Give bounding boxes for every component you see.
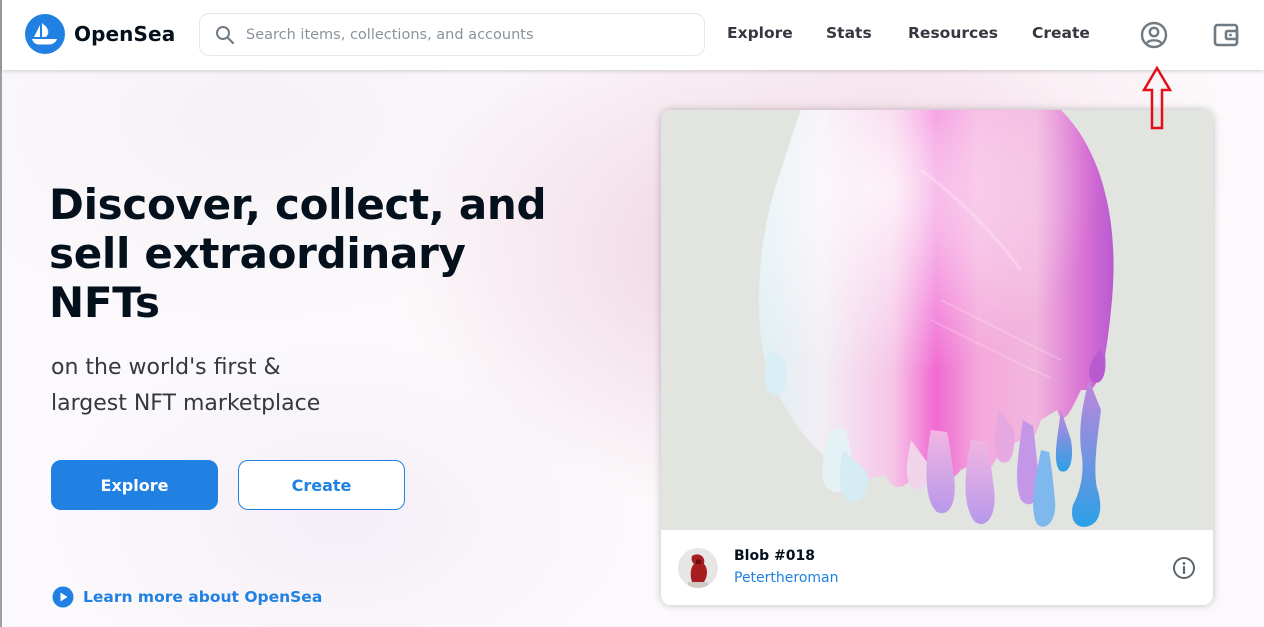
- search-icon: [216, 26, 235, 45]
- window-edge: [0, 0, 2, 627]
- featured-nft-card[interactable]: Blob #018 Petertheroman: [661, 110, 1213, 605]
- hero-subtitle-line: on the world's first &: [51, 355, 281, 380]
- learn-more-link[interactable]: Learn more about OpenSea: [52, 586, 322, 608]
- creator-avatar[interactable]: [678, 548, 718, 588]
- hero-title-line: Discover, collect, and: [49, 180, 547, 229]
- top-navbar: OpenSea Explore Stats Resources Create: [2, 0, 1264, 70]
- featured-nft-image[interactable]: [661, 110, 1213, 530]
- hero-subtitle-line: largest NFT marketplace: [51, 391, 321, 416]
- creator-avatar-image: [678, 548, 718, 588]
- nft-title: Blob #018: [734, 548, 815, 564]
- nav-explore[interactable]: Explore: [727, 24, 793, 42]
- opensea-logo-icon: [25, 14, 65, 54]
- account-button[interactable]: [1138, 19, 1170, 51]
- nav-stats[interactable]: Stats: [826, 24, 872, 42]
- featured-card-footer: Blob #018 Petertheroman: [661, 530, 1213, 605]
- nav-create[interactable]: Create: [1032, 24, 1090, 42]
- info-icon[interactable]: [1172, 556, 1196, 580]
- wallet-icon: [1213, 23, 1239, 47]
- hero-title-line: NFTs: [49, 278, 160, 327]
- hero-title-line: sell extraordinary: [49, 229, 466, 278]
- opensea-logo-link[interactable]: OpenSea: [25, 14, 175, 54]
- hero-subtitle: on the world's first & largest NFT marke…: [51, 350, 451, 422]
- nav-resources[interactable]: Resources: [908, 24, 998, 42]
- wallet-button[interactable]: [1210, 19, 1242, 51]
- creator-link[interactable]: Petertheroman: [734, 570, 839, 586]
- hero-title: Discover, collect, and sell extraordinar…: [49, 180, 609, 327]
- account-icon: [1140, 21, 1168, 49]
- search-bar[interactable]: [199, 13, 705, 56]
- annotation-arrow-icon: [1141, 66, 1173, 130]
- learn-more-label: Learn more about OpenSea: [83, 588, 323, 606]
- play-circle-icon: [52, 586, 74, 608]
- create-button[interactable]: Create: [238, 460, 405, 510]
- search-input[interactable]: [246, 14, 686, 55]
- explore-button[interactable]: Explore: [51, 460, 218, 510]
- brand-name: OpenSea: [74, 22, 176, 46]
